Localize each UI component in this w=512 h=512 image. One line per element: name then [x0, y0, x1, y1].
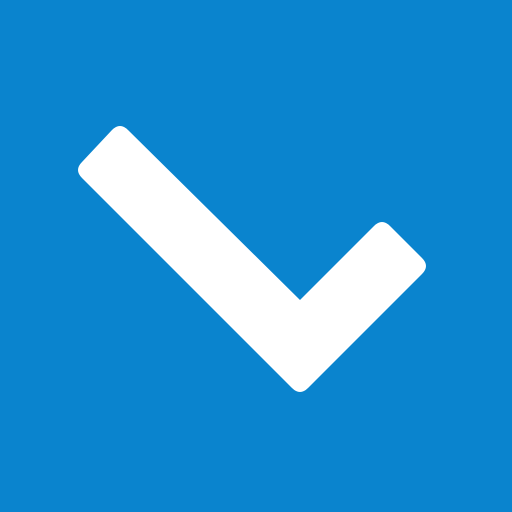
checkmark-glyph — [78, 126, 426, 392]
checkmark-icon — [78, 126, 426, 392]
checkmark-tile — [0, 0, 512, 512]
